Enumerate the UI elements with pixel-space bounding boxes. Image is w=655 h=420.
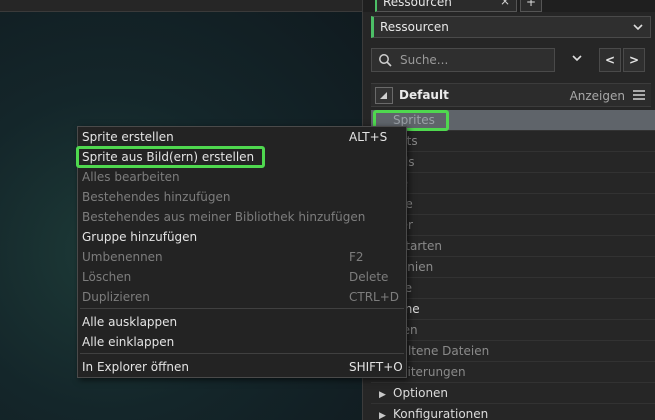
search-options-chevron-icon[interactable]: [571, 52, 583, 69]
chevron-down-icon: [632, 17, 644, 43]
tree-item-rooms[interactable]: ume: [371, 299, 655, 320]
menu-separator: [80, 308, 404, 309]
expand-arrow-icon[interactable]: ▶: [379, 385, 393, 405]
resource-select-value: Ressourcen: [380, 20, 449, 34]
menu-item-add-from-library[interactable]: Bestehendes aus meiner Bibliothek hinzuf…: [82, 208, 402, 227]
next-button[interactable]: >: [623, 48, 645, 72]
tab-label: Ressourcen: [383, 0, 452, 9]
menu-item-edit-all[interactable]: Alles bearbeiten: [82, 168, 402, 187]
group-header[interactable]: Default Anzeigen: [371, 83, 651, 107]
expand-arrow-icon[interactable]: ▶: [379, 406, 393, 420]
collapse-group-icon[interactable]: [375, 87, 393, 104]
add-tab-button[interactable]: +: [520, 0, 542, 12]
tree-item-timelines[interactable]: dlinien: [371, 257, 655, 278]
tree-item-included-files[interactable]: haltene Dateien: [371, 341, 655, 362]
resource-tree: Sprites sets nds de pte der riftarten dl…: [371, 110, 655, 420]
tree-item-shaders[interactable]: der: [371, 215, 655, 236]
tree-item-configurations[interactable]: ▶ Konfigurationen: [371, 404, 655, 420]
search-field[interactable]: Suche...: [371, 48, 555, 72]
menu-item-expand-all[interactable]: Alle ausklappen: [82, 313, 402, 332]
search-icon: [378, 53, 392, 67]
menu-item-collapse-all[interactable]: Alle einklappen: [82, 333, 402, 352]
tree-item-fonts[interactable]: riftarten: [371, 236, 655, 257]
workspace-toolbar: [0, 0, 362, 12]
tree-item-objects[interactable]: kte: [371, 278, 655, 299]
tab-resources[interactable]: Ressourcen ×: [375, 0, 517, 12]
tree-item-paths[interactable]: de: [371, 173, 655, 194]
close-icon[interactable]: ×: [500, 0, 510, 7]
search-placeholder: Suche...: [400, 53, 449, 67]
menu-item-create-sprite[interactable]: Sprite erstellen ALT+S: [82, 128, 402, 147]
menu-item-open-in-explorer[interactable]: In Explorer öffnen SHIFT+O: [82, 358, 403, 377]
tree-item-notes[interactable]: izen: [371, 320, 655, 341]
group-title: Default: [399, 88, 449, 102]
menu-icon[interactable]: [633, 90, 645, 100]
menu-item-duplicate[interactable]: Duplizieren CTRL+D: [82, 288, 402, 307]
menu-separator: [80, 353, 404, 354]
tree-item-sounds[interactable]: nds: [371, 152, 655, 173]
tree-item-extensions[interactable]: veiterungen: [371, 362, 655, 383]
create-sprite-from-images-highlight-outline: [76, 146, 265, 168]
menu-item-rename[interactable]: Umbenennen F2: [82, 248, 402, 267]
show-button[interactable]: Anzeigen: [570, 89, 625, 103]
tree-item-tilesets[interactable]: sets: [371, 131, 655, 152]
menu-item-add-existing[interactable]: Bestehendes hinzufügen: [82, 188, 402, 207]
resource-select[interactable]: Ressourcen: [371, 16, 651, 38]
tree-item-options[interactable]: ▶ Optionen: [371, 383, 655, 404]
tab-bar: Ressourcen × +: [363, 0, 655, 12]
menu-item-add-group[interactable]: Gruppe hinzufügen: [82, 228, 402, 247]
tree-item-scripts[interactable]: pte: [371, 194, 655, 215]
previous-button[interactable]: <: [599, 48, 621, 72]
menu-item-delete[interactable]: Löschen Delete: [82, 268, 402, 287]
